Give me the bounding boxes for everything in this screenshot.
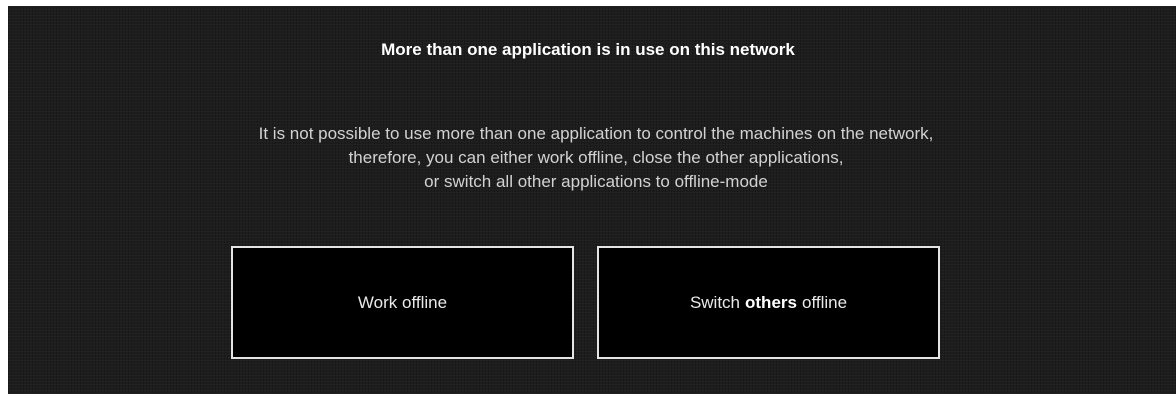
- switch-label-emphasis: others: [745, 292, 797, 312]
- dialog-title: More than one application is in use on t…: [381, 40, 795, 59]
- switch-others-offline-button[interactable]: Switch others offline: [597, 246, 940, 359]
- switch-label-prefix: Switch: [689, 292, 741, 312]
- work-offline-button[interactable]: Work offline: [231, 246, 574, 359]
- work-offline-label: Work offline: [357, 292, 448, 312]
- message-line-1: It is not possible to use more than one …: [258, 124, 934, 143]
- message-line-3: or switch all other applications to offl…: [424, 172, 768, 191]
- dialog-message: It is not possible to use more than one …: [8, 122, 1176, 194]
- switch-label-suffix: offline: [801, 292, 848, 312]
- message-line-2: therefore, you can either work offline, …: [348, 148, 844, 167]
- network-conflict-dialog: More than one application is in use on t…: [8, 6, 1176, 394]
